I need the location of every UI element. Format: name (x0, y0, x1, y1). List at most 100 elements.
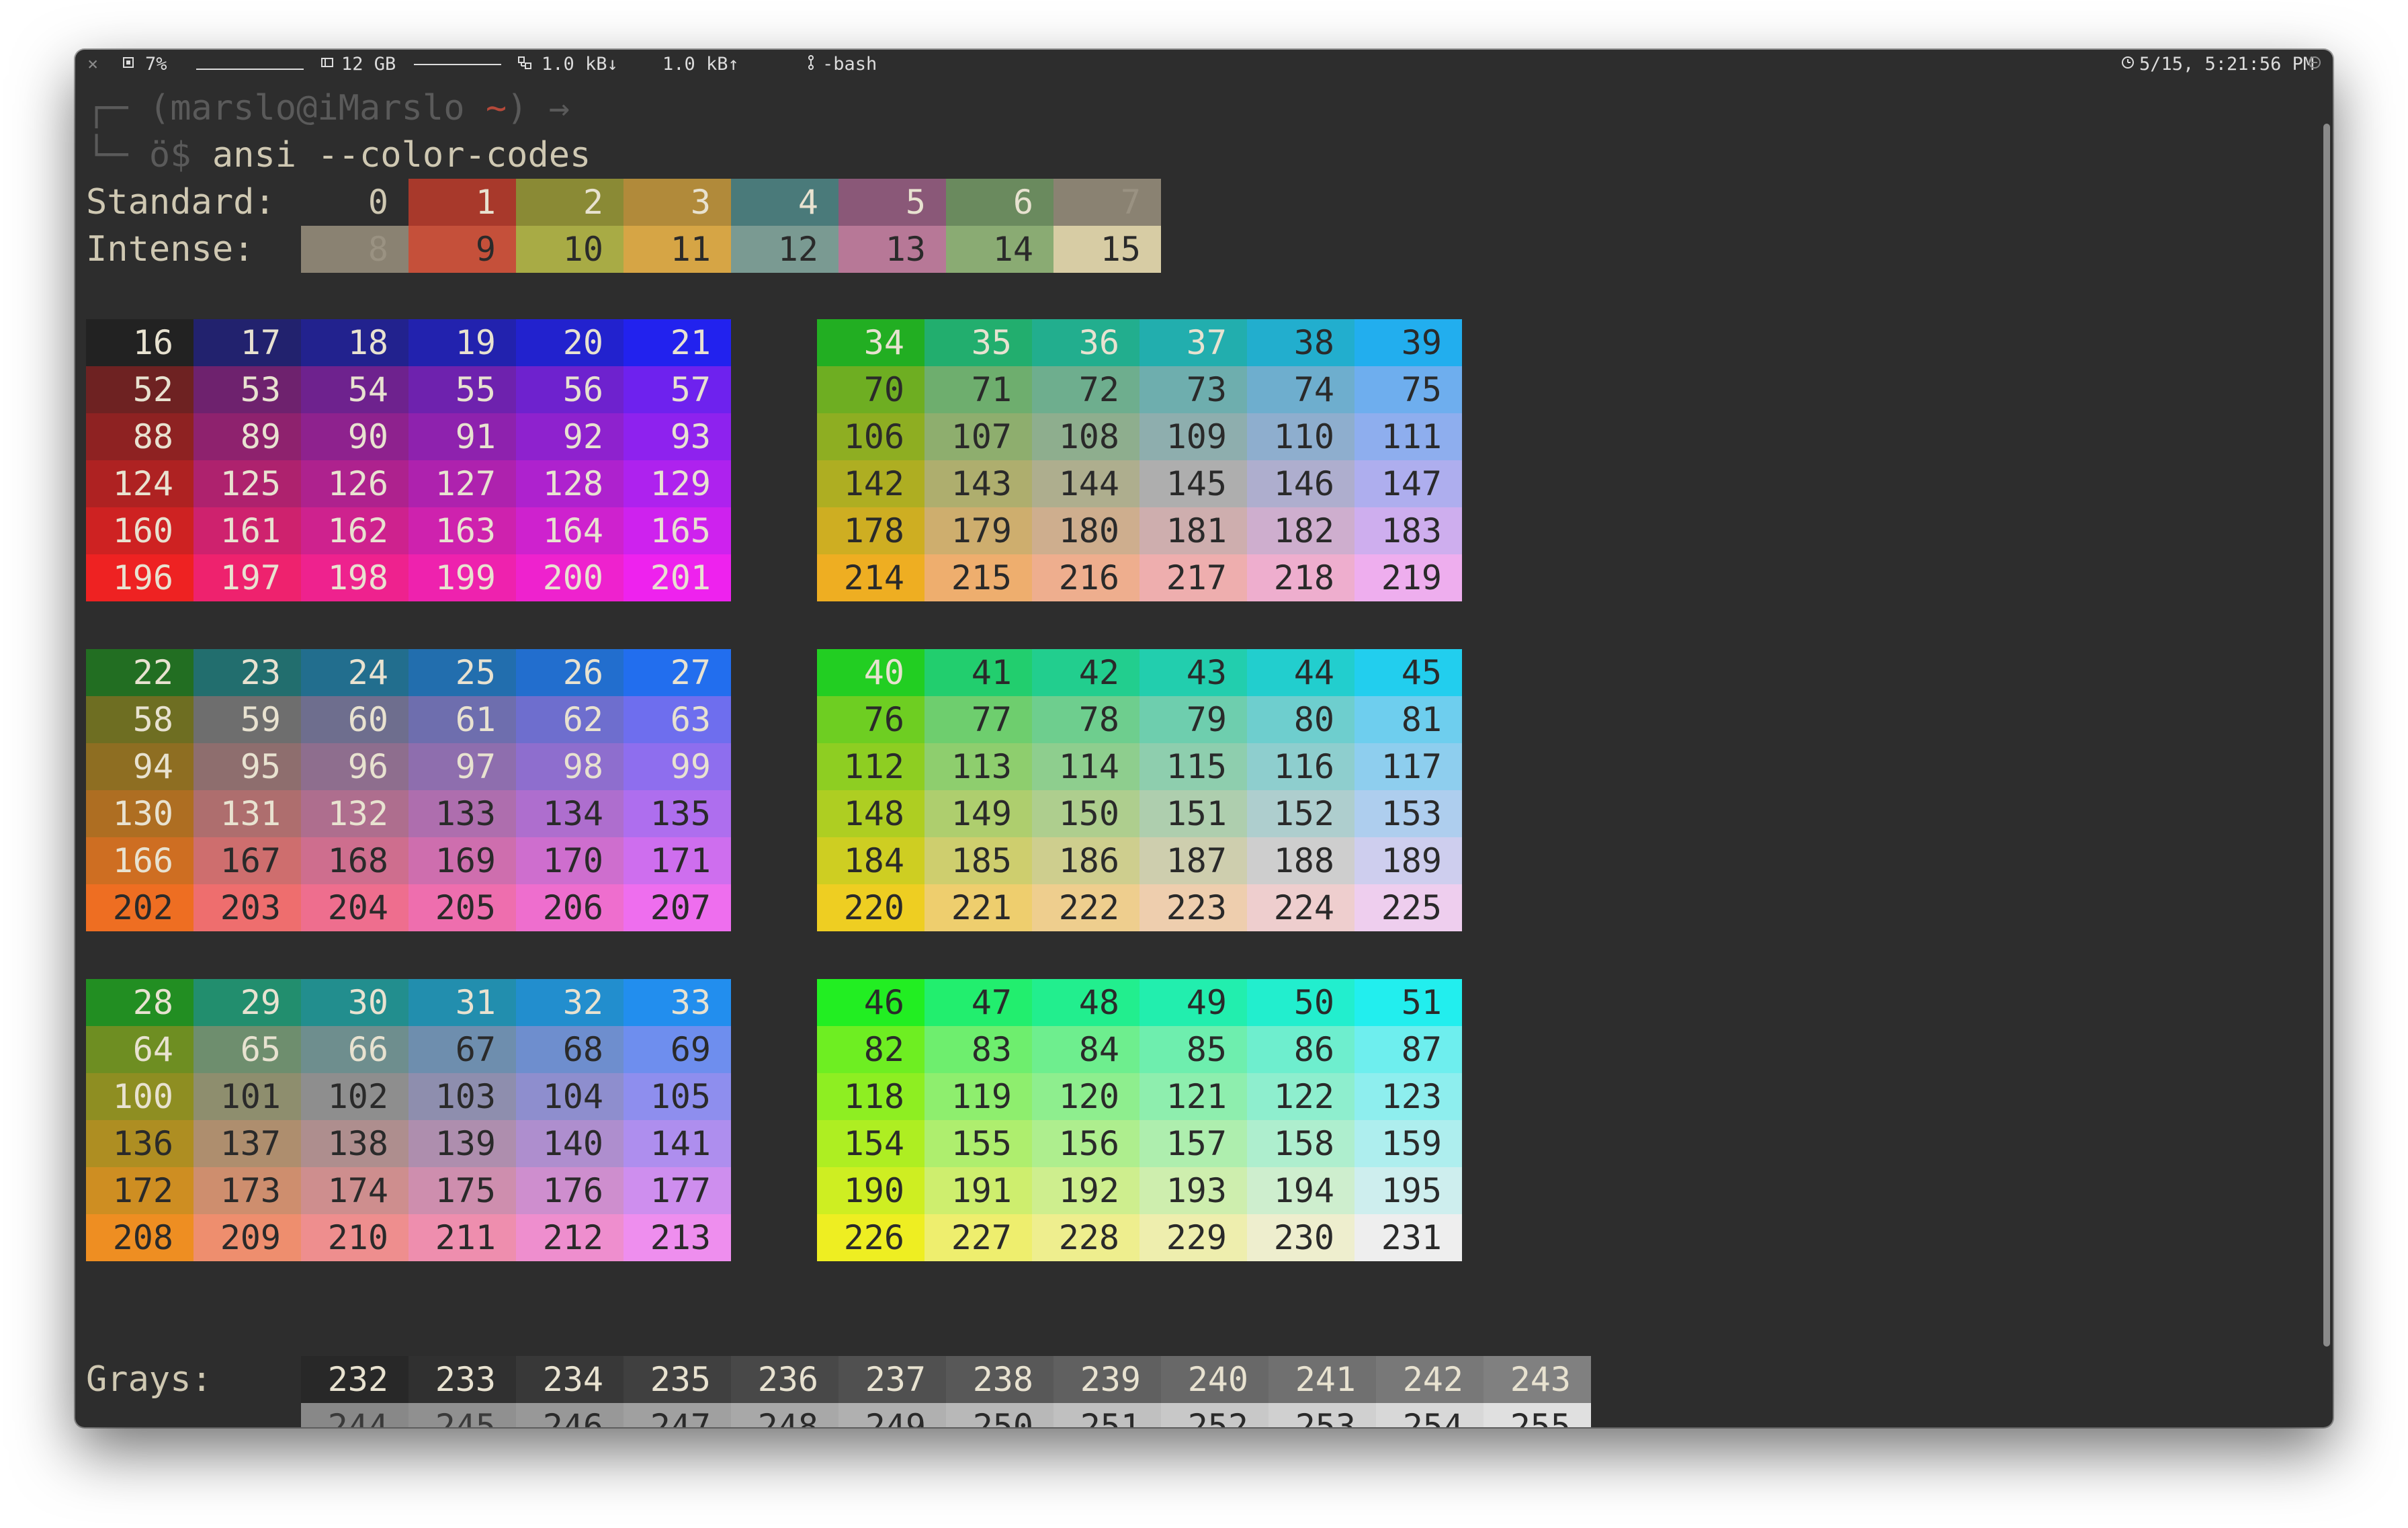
cube-color-130: 130 (86, 790, 194, 837)
cube-color-37: 37 (1140, 319, 1247, 366)
standard-color-7: 7 (1054, 179, 1161, 226)
standard-color-2: 2 (516, 179, 624, 226)
standard-color-5: 5 (838, 179, 946, 226)
cube-color-206: 206 (516, 884, 624, 931)
cube-color-213: 213 (624, 1214, 731, 1261)
cube-color-89: 89 (194, 413, 301, 460)
cube-color-191: 191 (924, 1167, 1032, 1214)
cube-color-48: 48 (1032, 979, 1140, 1026)
cube-color-229: 229 (1140, 1214, 1247, 1261)
cube-color-101: 101 (194, 1073, 301, 1120)
cube-color-83: 83 (924, 1026, 1032, 1073)
gray-color-250: 250 (946, 1403, 1054, 1427)
cube-color-159: 159 (1354, 1120, 1462, 1167)
cube-color-117: 117 (1354, 743, 1462, 790)
cube-color-125: 125 (194, 460, 301, 507)
cube-color-136: 136 (86, 1120, 194, 1167)
clock-icon (2120, 54, 2135, 75)
cube-color-231: 231 (1354, 1214, 1462, 1261)
cube-color-141: 141 (624, 1120, 731, 1167)
cube-color-203: 203 (194, 884, 301, 931)
cube-color-151: 151 (1140, 790, 1247, 837)
cube-color-195: 195 (1354, 1167, 1462, 1214)
terminal-window: × 7% 12 GB 1.0 kB↓ 1.0 kB↑ -bash 5/15, 5… (75, 50, 2333, 1427)
cube-color-97: 97 (408, 743, 516, 790)
download-rate: 1.0 kB↓ (542, 54, 618, 75)
cube-color-113: 113 (924, 743, 1032, 790)
cube-color-212: 212 (516, 1214, 624, 1261)
cube-color-21: 21 (624, 319, 731, 366)
cube-color-26: 26 (516, 649, 624, 696)
cube-color-57: 57 (624, 366, 731, 413)
cube-color-147: 147 (1354, 460, 1462, 507)
cube-color-85: 85 (1140, 1026, 1247, 1073)
standard-color-0: 0 (301, 179, 408, 226)
cube-color-59: 59 (194, 696, 301, 743)
cube-color-23: 23 (194, 649, 301, 696)
cube-color-88: 88 (86, 413, 194, 460)
prompt-line-2: └─ ö$ ansi --color-codes (86, 135, 591, 175)
scrollbar[interactable] (2323, 124, 2330, 1347)
cube-color-55: 55 (408, 366, 516, 413)
cube-color-17: 17 (194, 319, 301, 366)
cube-color-92: 92 (516, 413, 624, 460)
intense-color-13: 13 (838, 226, 946, 273)
cube-color-146: 146 (1247, 460, 1354, 507)
cube-color-119: 119 (924, 1073, 1032, 1120)
gray-color-247: 247 (624, 1403, 731, 1427)
close-icon[interactable]: × (87, 54, 98, 75)
standard-label: Standard: (86, 182, 275, 222)
gray-color-233: 233 (408, 1356, 516, 1403)
gray-color-234: 234 (516, 1356, 624, 1403)
cube-color-131: 131 (194, 790, 301, 837)
cube-color-39: 39 (1354, 319, 1462, 366)
cube-color-168: 168 (301, 837, 408, 884)
cube-color-36: 36 (1032, 319, 1140, 366)
cube-color-115: 115 (1140, 743, 1247, 790)
cube-color-215: 215 (924, 554, 1032, 601)
cube-color-165: 165 (624, 507, 731, 554)
cube-color-200: 200 (516, 554, 624, 601)
cube-color-150: 150 (1032, 790, 1140, 837)
cube-color-204: 204 (301, 884, 408, 931)
cube-color-223: 223 (1140, 884, 1247, 931)
tmux-status-bar: × 7% 12 GB 1.0 kB↓ 1.0 kB↑ -bash 5/15, 5… (75, 50, 2333, 78)
cube-color-94: 94 (86, 743, 194, 790)
cube-color-80: 80 (1247, 696, 1354, 743)
cube-color-171: 171 (624, 837, 731, 884)
circle-minus-icon[interactable] (2307, 54, 2322, 75)
cube-color-214: 214 (817, 554, 924, 601)
intense-color-8: 8 (301, 226, 408, 273)
cube-color-139: 139 (408, 1120, 516, 1167)
intense-color-15: 15 (1054, 226, 1161, 273)
cube-color-163: 163 (408, 507, 516, 554)
cube-color-217: 217 (1140, 554, 1247, 601)
cube-color-122: 122 (1247, 1073, 1354, 1120)
cube-color-18: 18 (301, 319, 408, 366)
cube-color-145: 145 (1140, 460, 1247, 507)
cube-color-154: 154 (817, 1120, 924, 1167)
cube-color-51: 51 (1354, 979, 1462, 1026)
cube-color-86: 86 (1247, 1026, 1354, 1073)
gray-color-238: 238 (946, 1356, 1054, 1403)
gray-color-232: 232 (301, 1356, 408, 1403)
cube-color-53: 53 (194, 366, 301, 413)
cube-color-43: 43 (1140, 649, 1247, 696)
cube-color-170: 170 (516, 837, 624, 884)
cube-color-71: 71 (924, 366, 1032, 413)
cube-color-54: 54 (301, 366, 408, 413)
gray-color-244: 244 (301, 1403, 408, 1427)
cube-color-63: 63 (624, 696, 731, 743)
cube-color-93: 93 (624, 413, 731, 460)
cube-color-176: 176 (516, 1167, 624, 1214)
cube-color-126: 126 (301, 460, 408, 507)
cube-color-158: 158 (1247, 1120, 1354, 1167)
cube-color-179: 179 (924, 507, 1032, 554)
gray-color-242: 242 (1376, 1356, 1484, 1403)
cube-color-77: 77 (924, 696, 1032, 743)
cube-color-178: 178 (817, 507, 924, 554)
tab-title[interactable]: -bash (822, 54, 877, 75)
gray-color-245: 245 (408, 1403, 516, 1427)
cube-color-137: 137 (194, 1120, 301, 1167)
cube-color-45: 45 (1354, 649, 1462, 696)
